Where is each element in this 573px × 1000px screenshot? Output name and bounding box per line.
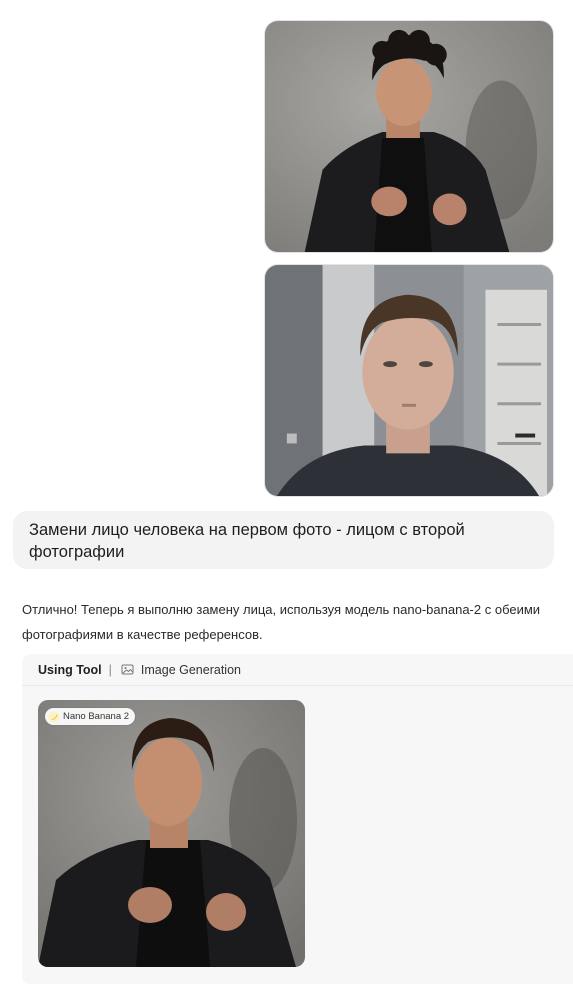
assistant-message: Отлично! Теперь я выполню замену лица, и… <box>22 602 541 642</box>
user-photo-1[interactable] <box>264 20 554 253</box>
banana-icon <box>48 711 60 723</box>
tool-label: Using Tool <box>38 662 102 677</box>
portrait-image-1 <box>265 21 553 252</box>
tool-separator: | <box>108 662 112 677</box>
tool-header[interactable]: Using Tool | Image Generation <box>22 654 573 686</box>
user-photo-2[interactable] <box>264 264 554 497</box>
model-badge: Nano Banana 2 <box>45 708 136 725</box>
tool-card: Using Tool | Image Generation Nano Banan… <box>22 654 573 984</box>
generated-portrait <box>38 700 305 967</box>
user-message-text: Замени лицо человека на первом фото - ли… <box>29 521 465 561</box>
portrait-image-2 <box>265 265 553 496</box>
model-badge-label: Nano Banana 2 <box>63 711 130 722</box>
tool-name: Image Generation <box>140 662 241 677</box>
user-message-bubble: Замени лицо человека на первом фото - ли… <box>13 511 554 569</box>
image-icon <box>121 663 134 676</box>
generated-image[interactable]: Nano Banana 2 <box>38 700 305 967</box>
